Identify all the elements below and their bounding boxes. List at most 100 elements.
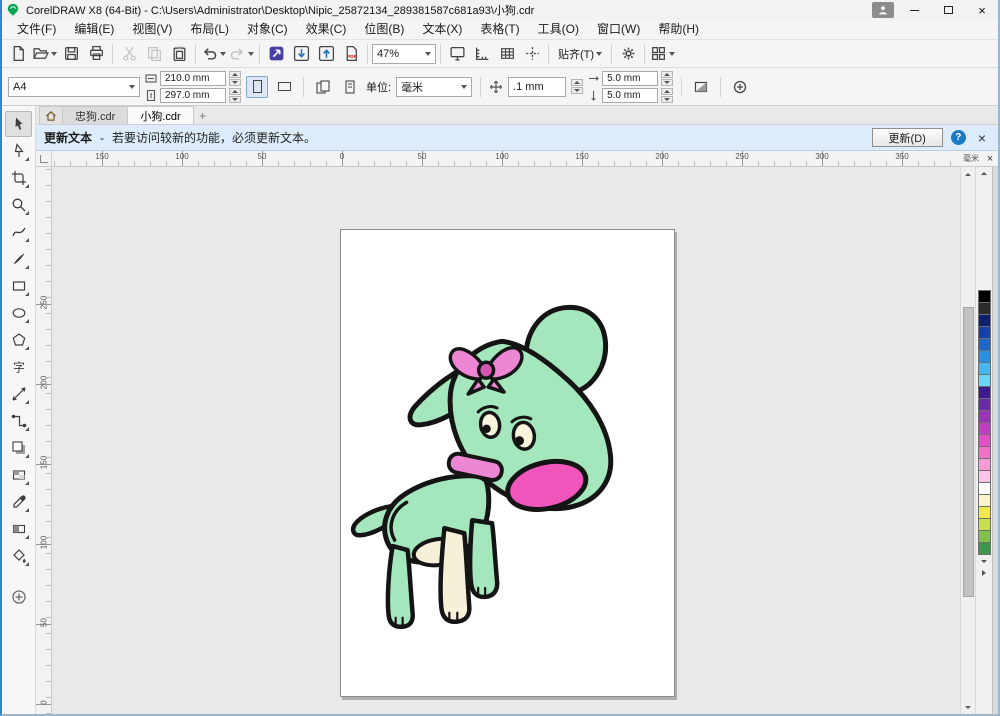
palette-color-21[interactable] (977, 542, 991, 555)
vertical-scrollbar[interactable] (960, 167, 975, 714)
close-icon: × (978, 2, 986, 18)
transparency-tool[interactable] (5, 462, 32, 488)
import-button[interactable] (289, 42, 313, 66)
dog-artwork[interactable] (341, 230, 674, 695)
menu-item-6[interactable]: 效果(C) (297, 20, 356, 39)
interactive-fill-tool[interactable] (5, 516, 32, 542)
notification-close-icon[interactable]: × (974, 130, 990, 146)
new-document-button[interactable] (6, 42, 30, 66)
zoom-level-select[interactable]: 47% (372, 43, 436, 64)
palette-scroll-up-icon[interactable] (981, 167, 987, 179)
menu-item-2[interactable]: 编辑(E) (65, 20, 123, 39)
print-button[interactable] (84, 42, 108, 66)
welcome-screen-button[interactable] (264, 42, 288, 66)
toolbar-separator (480, 76, 482, 97)
show-rulers-button[interactable] (470, 42, 494, 66)
open-button[interactable] (31, 42, 58, 66)
portrait-button[interactable] (246, 75, 268, 98)
doc-tab-zhonggou[interactable]: 忠狗.cdr (62, 106, 129, 124)
current-page-button[interactable] (339, 76, 361, 98)
notification-title: 更新文本 (44, 131, 93, 145)
show-guidelines-button[interactable] (520, 42, 544, 66)
freehand-curve-icon (11, 227, 26, 237)
nudge-offset-field[interactable]: .1 mm (508, 76, 567, 97)
fullscreen-preview-button[interactable] (445, 42, 469, 66)
undo-button[interactable] (200, 42, 227, 66)
page-size-value: A4 (13, 80, 27, 93)
page-size-select[interactable]: A4 (8, 76, 140, 97)
show-grid-icon (500, 48, 514, 59)
smart-fill-tool[interactable] (5, 543, 32, 569)
close-button[interactable]: × (968, 1, 996, 19)
menu-item-12[interactable]: 帮助(H) (649, 20, 708, 39)
crop-tool[interactable] (5, 165, 32, 191)
account-avatar-icon[interactable] (872, 2, 894, 18)
duplicate-y-stepper[interactable] (661, 87, 674, 103)
palette-scroll-down-icon[interactable] (981, 555, 987, 567)
save-button[interactable] (59, 42, 83, 66)
scroll-down-icon[interactable] (961, 700, 975, 714)
nudge-offset-stepper[interactable] (571, 79, 584, 94)
duplicate-x-field[interactable]: 5.0 mm (602, 70, 659, 86)
menu-item-3[interactable]: 视图(V) (123, 20, 181, 39)
h-ruler-label: 100 (495, 152, 509, 161)
maximize-button[interactable] (934, 1, 962, 19)
drawing-canvas[interactable] (52, 167, 960, 714)
treat-as-filled-button[interactable] (690, 76, 712, 98)
minimize-button[interactable] (900, 1, 928, 19)
page-height-field[interactable]: 297.0 mm (160, 87, 226, 103)
pick-tool[interactable] (5, 111, 32, 137)
help-icon[interactable]: ? (950, 130, 966, 145)
connector-tool[interactable] (5, 408, 32, 434)
close-document-button[interactable]: × (982, 151, 998, 166)
toolbar-separator (548, 43, 549, 64)
ruler-origin-button[interactable] (36, 151, 52, 166)
document-page[interactable] (340, 229, 675, 697)
ellipse-tool[interactable] (5, 300, 32, 326)
color-eyedropper-tool[interactable] (5, 489, 32, 515)
home-tab-button[interactable] (39, 106, 63, 124)
parallel-dimension-tool[interactable] (5, 381, 32, 407)
polygon-tool[interactable] (5, 327, 32, 353)
menu-item-11[interactable]: 窗口(W) (588, 20, 649, 39)
menu-item-9[interactable]: 表格(T) (471, 20, 528, 39)
paste-button[interactable] (167, 42, 191, 66)
new-tab-button[interactable]: + (194, 108, 212, 124)
landscape-button[interactable] (273, 76, 295, 98)
zoom-tool[interactable] (5, 192, 32, 218)
palette-flyout-icon[interactable] (982, 567, 986, 579)
treat-as-filled-icon (694, 81, 708, 92)
duplicate-x-stepper[interactable] (661, 70, 674, 86)
drop-shadow-tool[interactable] (5, 435, 32, 461)
options-button[interactable] (616, 42, 640, 66)
page-width-field[interactable]: 210.0 mm (160, 70, 226, 86)
publish-pdf-button[interactable]: PDF (339, 42, 363, 66)
menu-item-4[interactable]: 布局(L) (181, 20, 238, 39)
doc-tab-xiaogou[interactable]: 小狗.cdr (127, 106, 194, 124)
menu-item-7[interactable]: 位图(B) (355, 20, 413, 39)
menu-item-5[interactable]: 对象(C) (238, 20, 297, 39)
export-button[interactable] (314, 42, 338, 66)
artistic-media-tool[interactable] (5, 246, 32, 272)
menu-item-10[interactable]: 工具(O) (529, 20, 588, 39)
show-grid-button[interactable] (495, 42, 519, 66)
units-select[interactable]: 毫米 (396, 76, 473, 97)
menu-item-1[interactable]: 文件(F) (8, 20, 65, 39)
duplicate-y-field[interactable]: 5.0 mm (602, 87, 659, 103)
shape-tool[interactable] (5, 138, 32, 164)
update-text-button[interactable]: 更新(D) (871, 128, 943, 147)
all-pages-icon (316, 79, 330, 94)
corner-settings-button[interactable] (729, 76, 751, 98)
scroll-up-icon[interactable] (961, 167, 975, 181)
scrollbar-thumb[interactable] (963, 307, 974, 597)
page-width-stepper[interactable] (229, 70, 241, 86)
snap-to-dropdown[interactable]: 贴齐(T) (553, 42, 607, 66)
text-tool[interactable]: 字 (5, 354, 32, 380)
page-height-stepper[interactable] (229, 87, 241, 103)
menu-item-8[interactable]: 文本(X) (413, 20, 471, 39)
freehand-tool[interactable] (5, 219, 32, 245)
more-tools[interactable] (5, 584, 32, 610)
rectangle-tool[interactable] (5, 273, 32, 299)
all-pages-button[interactable] (312, 76, 334, 98)
application-launcher-button[interactable] (649, 42, 676, 66)
